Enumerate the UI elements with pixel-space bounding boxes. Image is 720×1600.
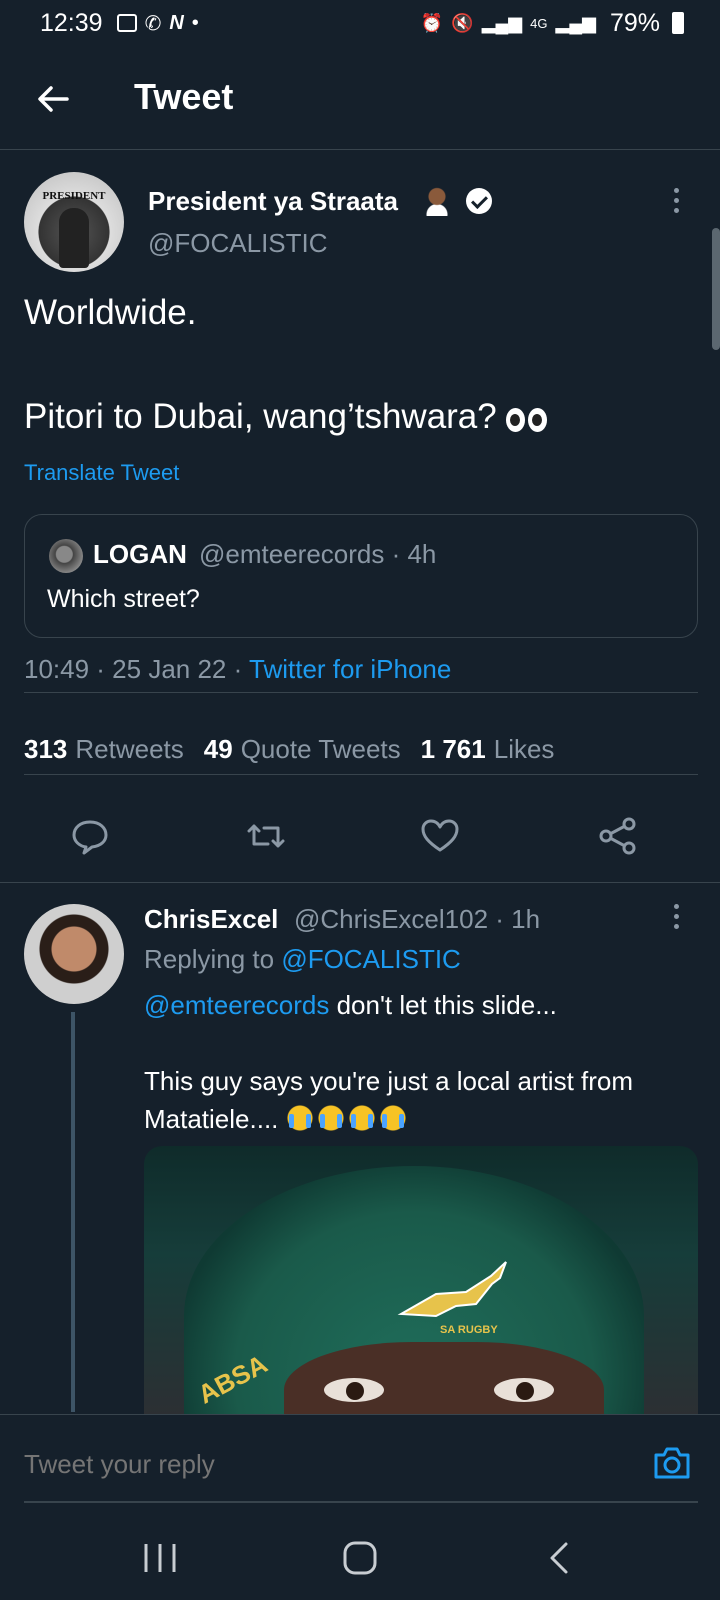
section-divider — [0, 882, 720, 883]
timestamp-text: 10:49 · 25 Jan 22 · — [24, 654, 250, 684]
battery-icon — [672, 12, 684, 34]
n-app-icon: N — [169, 11, 184, 34]
tweet-text: Worldwide. Pitori to Dubai, wang’tshwara… — [24, 288, 694, 442]
image-team-text: SA RUGBY — [440, 1324, 498, 1336]
crying-emoji-icon — [347, 1104, 376, 1132]
reply-composer — [0, 1414, 720, 1510]
page-title: Tweet — [134, 76, 234, 117]
top-bar: Tweet — [0, 60, 720, 150]
tweet-stats: 313 Retweets 49 Quote Tweets 1 761 Likes — [24, 734, 574, 765]
more-options-icon[interactable] — [674, 188, 682, 218]
tweet-timestamp: 10:49 · 25 Jan 22 · Twitter for iPhone — [24, 654, 451, 685]
quote-tweets-stat[interactable]: 49 Quote Tweets — [204, 734, 401, 765]
status-bar: 12:39 ✆ N • ⏰ 🔇 ▂▄▆ 4G ▂▄▆ 79% — [0, 0, 720, 46]
avatar-text: PRESIDENT — [42, 190, 106, 202]
reply-tweet[interactable]: ChrisExcel @ChrisExcel102 · 1h Replying … — [0, 884, 720, 1416]
gallery-icon — [116, 14, 137, 32]
alarm-icon: ⏰ — [420, 12, 444, 33]
quote-meta: @emteerecords · 4h — [199, 539, 437, 569]
like-heart-icon[interactable] — [420, 816, 460, 856]
divider — [24, 774, 698, 775]
likes-stat[interactable]: 1 761 Likes — [421, 734, 555, 765]
crying-emoji-icon — [285, 1104, 314, 1132]
back-arrow-icon[interactable] — [36, 82, 70, 116]
person-emoji-icon — [424, 186, 450, 216]
dot-icon: • — [191, 11, 199, 34]
reply-input[interactable] — [24, 1449, 359, 1480]
replying-to-handle[interactable]: @FOCALISTIC — [281, 944, 461, 974]
reply-text: @emteerecords don't let this slide... Th… — [144, 990, 634, 1134]
mute-icon: 🔇 — [451, 12, 474, 33]
battery-percent: 79% — [609, 8, 660, 37]
camera-icon[interactable] — [652, 1445, 692, 1481]
quoted-tweet[interactable]: LOGAN @emteerecords · 4h Which street? — [24, 514, 698, 638]
quote-author-name: LOGAN — [93, 539, 187, 569]
author-handle[interactable]: @FOCALISTIC — [148, 228, 328, 259]
reply-icon[interactable] — [70, 816, 110, 856]
recent-apps-icon[interactable] — [140, 1540, 180, 1576]
system-nav-bar — [0, 1510, 720, 1600]
author-avatar[interactable]: PRESIDENT — [24, 172, 124, 272]
springbok-logo-icon — [397, 1261, 507, 1318]
divider — [24, 692, 698, 693]
retweets-stat[interactable]: 313 Retweets — [24, 734, 184, 765]
signal-icon-2: ▂▄▆ — [555, 12, 596, 33]
source-link[interactable]: Twitter for iPhone — [249, 654, 451, 684]
signal-icon: ▂▄▆ — [481, 12, 523, 33]
reply-more-options-icon[interactable] — [674, 904, 682, 934]
home-icon[interactable] — [340, 1540, 380, 1576]
share-icon[interactable] — [598, 816, 638, 856]
network-type: 4G — [530, 15, 548, 31]
reply-meta: @ChrisExcel102 · 1h — [294, 904, 541, 934]
reply-author-avatar[interactable] — [24, 904, 124, 1004]
translate-tweet-link[interactable]: Translate Tweet — [24, 460, 179, 486]
reply-media-image[interactable]: SA RUGBY ABSA — [144, 1146, 698, 1416]
author-name[interactable]: President ya Straata — [148, 186, 398, 217]
quote-avatar — [49, 539, 83, 573]
crying-emoji-icon — [378, 1104, 407, 1132]
retweet-icon[interactable] — [246, 816, 286, 856]
replying-to: Replying to @FOCALISTIC — [144, 944, 461, 974]
crying-emoji-icon — [316, 1104, 345, 1132]
reply-author-name[interactable]: ChrisExcel — [144, 904, 278, 935]
status-time: 12:39 — [40, 8, 103, 37]
tweet-actions — [0, 800, 720, 870]
thread-line — [71, 1012, 75, 1412]
mention-link[interactable]: @emteerecords — [144, 990, 329, 1020]
eyes-emoji-icon — [506, 406, 548, 432]
verified-badge-icon — [466, 188, 492, 214]
tweet-text-line1: Worldwide. — [24, 293, 197, 332]
tweet-text-line2: Pitori to Dubai, wang’tshwara? — [24, 397, 497, 436]
back-nav-icon[interactable] — [540, 1540, 580, 1576]
quote-text: Which street? — [47, 585, 200, 613]
scrollbar[interactable] — [712, 228, 720, 350]
whatsapp-icon: ✆ — [144, 12, 162, 35]
